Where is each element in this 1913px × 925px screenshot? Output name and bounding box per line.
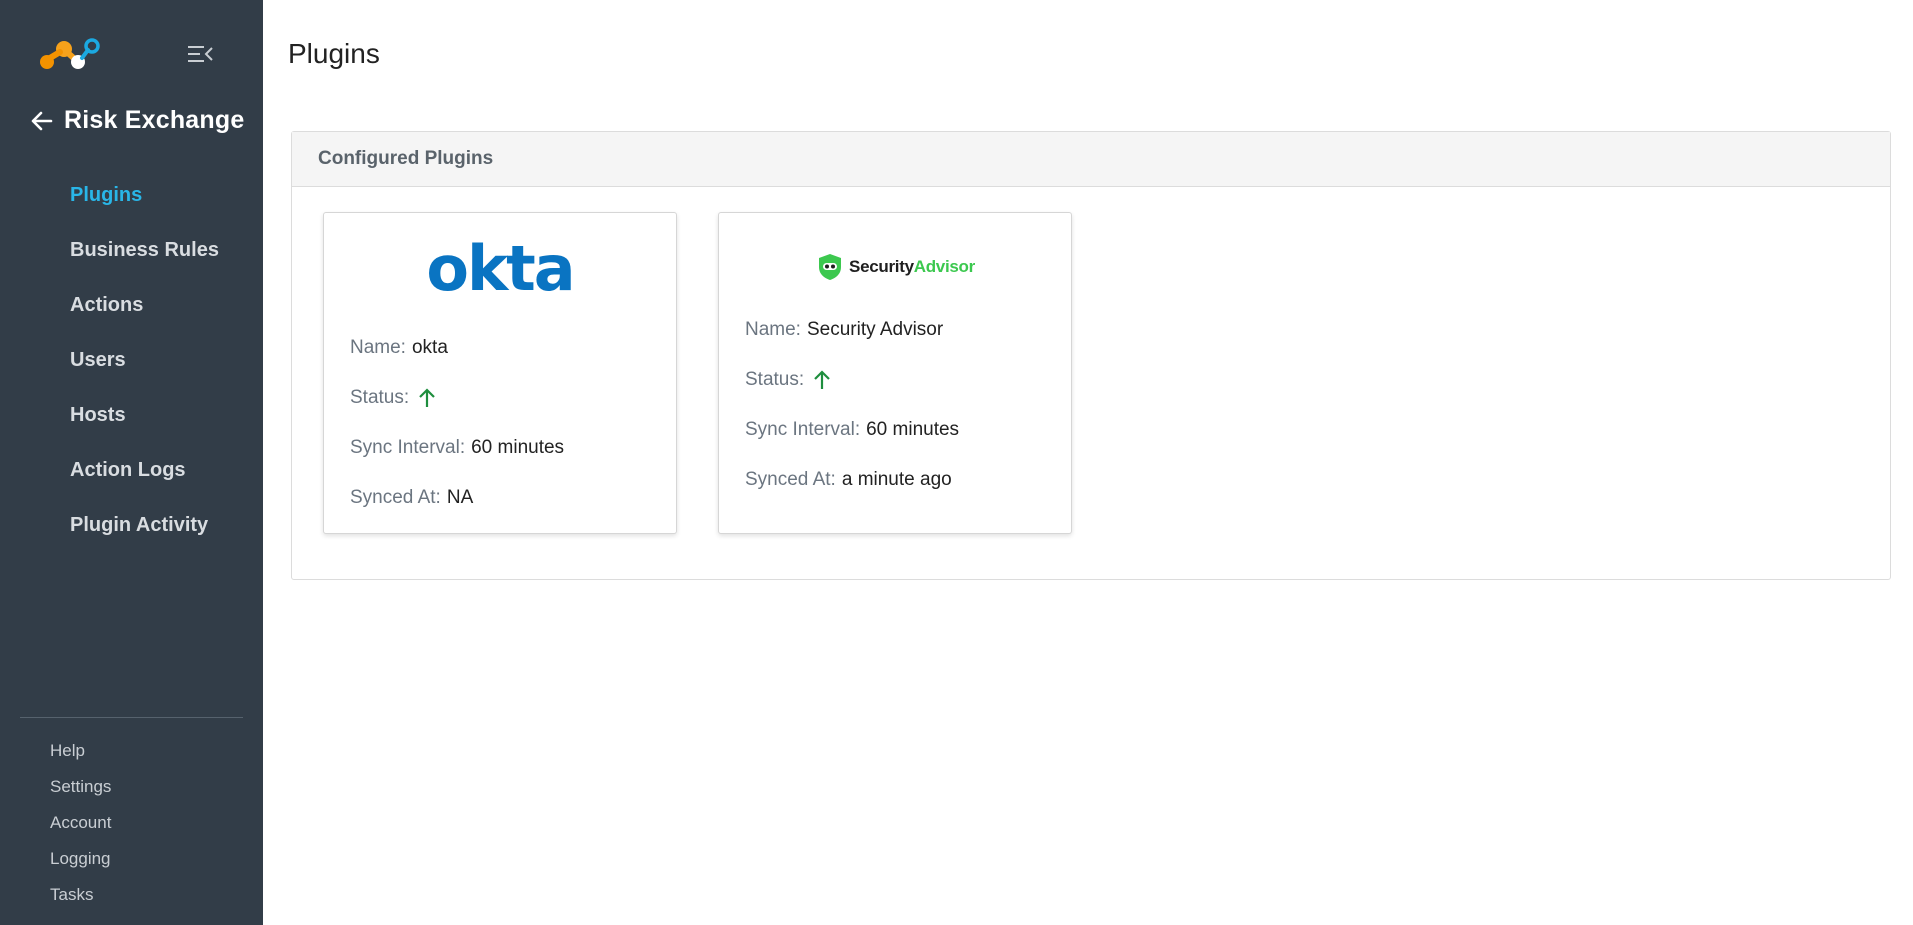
sidebar-item-help[interactable]: Help xyxy=(50,733,111,769)
plugin-sync-interval-row: Sync Interval: 60 minutes xyxy=(350,437,565,458)
sidebar-item-action-logs[interactable]: Action Logs xyxy=(70,443,219,498)
synced-at-value: a minute ago xyxy=(841,469,952,490)
sidebar: Risk Exchange Plugins Business Rules Act… xyxy=(0,0,263,925)
arrow-left-icon xyxy=(31,111,53,130)
plugin-synced-at-row: Synced At: a minute ago xyxy=(745,469,952,490)
bottom-nav: Help Settings Account Logging Tasks xyxy=(50,733,111,913)
netskope-logo-icon xyxy=(40,38,100,69)
panel-header: Configured Plugins xyxy=(292,132,1890,187)
plugin-synced-at-row: Synced At: NA xyxy=(350,487,474,508)
back-to-risk-exchange[interactable]: Risk Exchange xyxy=(30,106,244,135)
security-advisor-shield-icon xyxy=(819,254,842,280)
page-title: Plugins xyxy=(288,38,380,69)
plugin-name: okta xyxy=(411,337,448,358)
status-up-icon xyxy=(419,388,435,407)
sync-interval-value: 60 minutes xyxy=(866,419,960,440)
plugin-name: Security Advisor xyxy=(806,319,944,340)
plugin-card-security-advisor[interactable]: SecurityAdvisor Name: Security Advisor S… xyxy=(718,212,1072,534)
plugin-sync-interval-row: Sync Interval: 60 minutes xyxy=(745,419,960,440)
okta-logo-text: okta xyxy=(426,232,575,305)
plugin-status-row: Status: xyxy=(324,373,676,423)
status-up-icon xyxy=(814,370,830,389)
sidebar-item-actions[interactable]: Actions xyxy=(70,278,219,333)
sidebar-item-business-rules[interactable]: Business Rules xyxy=(70,223,219,278)
main-nav: Plugins Business Rules Actions Users Hos… xyxy=(70,168,219,553)
sidebar-item-logging[interactable]: Logging xyxy=(50,841,111,877)
sidebar-item-hosts[interactable]: Hosts xyxy=(70,388,219,443)
sidebar-item-account[interactable]: Account xyxy=(50,805,111,841)
plugin-name-row: Name: Security Advisor xyxy=(745,319,944,340)
plugin-card-okta[interactable]: okta Name: okta Status: Sync Interval: 6… xyxy=(323,212,677,534)
section-title: Risk Exchange xyxy=(64,106,245,134)
okta-logo: okta xyxy=(324,213,676,305)
sync-interval-value: 60 minutes xyxy=(471,437,565,458)
sidebar-item-plugin-activity[interactable]: Plugin Activity xyxy=(70,498,219,553)
sidebar-item-settings[interactable]: Settings xyxy=(50,769,111,805)
sidebar-item-users[interactable]: Users xyxy=(70,333,219,388)
collapse-menu-icon[interactable] xyxy=(186,42,214,66)
sidebar-item-tasks[interactable]: Tasks xyxy=(50,877,111,913)
plugin-status-row: Status: xyxy=(719,355,1071,405)
plugin-name-row: Name: okta xyxy=(350,337,448,358)
sidebar-divider xyxy=(20,717,243,718)
synced-at-value: NA xyxy=(446,487,474,508)
sidebar-item-plugins[interactable]: Plugins xyxy=(70,168,219,223)
